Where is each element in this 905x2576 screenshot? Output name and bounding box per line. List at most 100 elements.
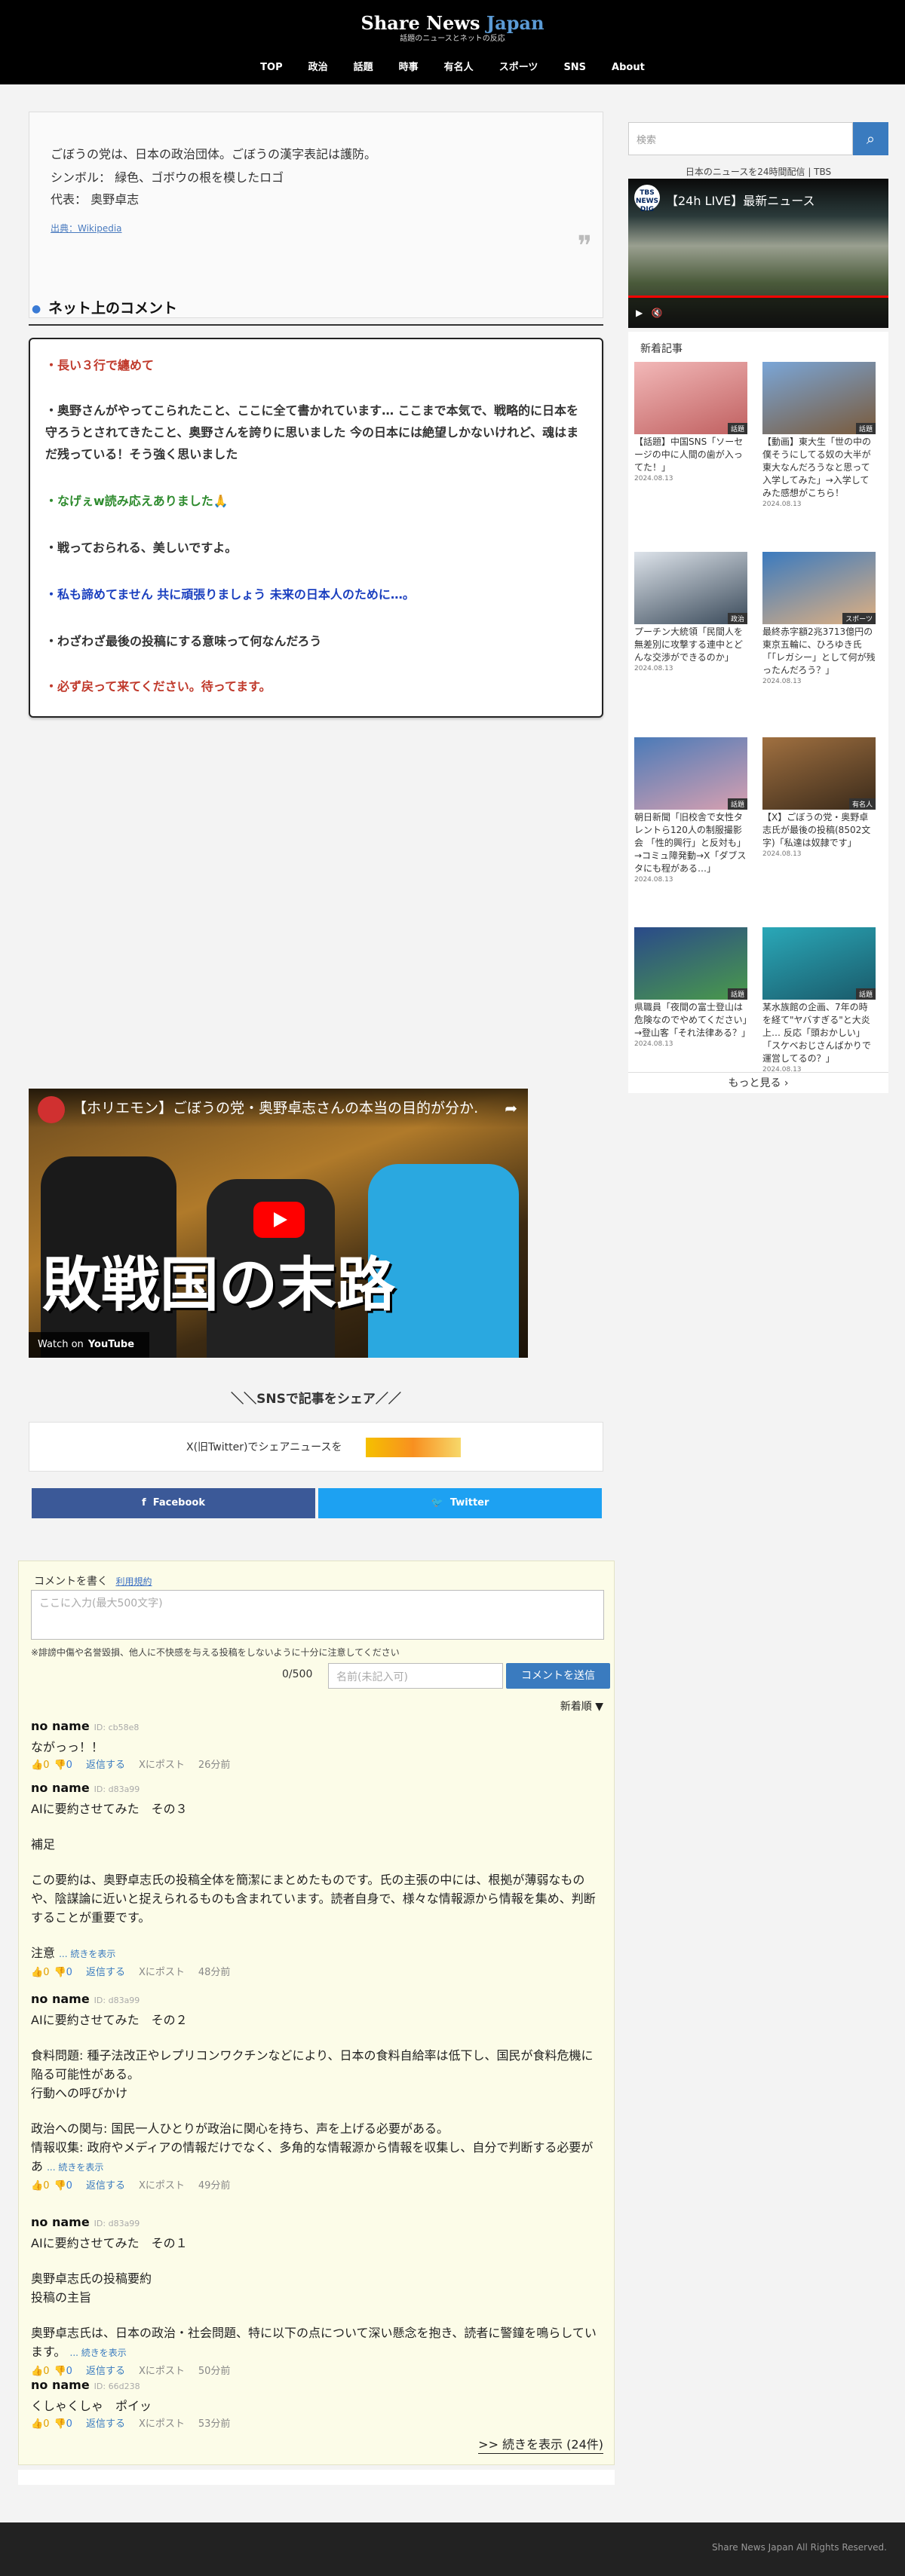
- source-link[interactable]: 出典：Wikipedia: [51, 222, 122, 234]
- show-more-link[interactable]: ... 続きを表示: [70, 2348, 127, 2358]
- nav-about[interactable]: About: [599, 59, 658, 77]
- share-heading: ＼＼SNSで記事をシェア／／: [231, 1392, 401, 1407]
- nav-politics[interactable]: 政治: [296, 59, 341, 77]
- party-description: ごぼうの党は、日本の政治団体。ごぼうの漢字表記は護防。: [51, 147, 377, 161]
- show-more-link[interactable]: ... 続きを表示: [47, 2162, 103, 2173]
- comment-id: ID: d83a99: [94, 1996, 140, 2005]
- live-title[interactable]: 【24h LIVE】最新ニュース: [666, 191, 847, 209]
- nav-current[interactable]: 時事: [386, 59, 431, 77]
- dislike-button[interactable]: 👎0: [54, 2180, 72, 2192]
- share-x-text: X(旧Twitter)でシェアニュースを: [186, 1441, 342, 1453]
- sort-select[interactable]: 新着順 ▼: [560, 1698, 603, 1714]
- play-icon[interactable]: ▶: [636, 308, 643, 318]
- comment-actions: 👍0 👎0 返信する Xにポスト 49分前: [31, 2179, 604, 2194]
- live-video[interactable]: TBS NEWS DIG 【24h LIVE】最新ニュース ▶ 🔇: [628, 179, 888, 328]
- nav-sns[interactable]: SNS: [551, 59, 599, 77]
- dislike-button[interactable]: 👎0: [54, 2418, 72, 2430]
- follow-banner[interactable]: [366, 1438, 461, 1457]
- comment-author: no name: [31, 1719, 90, 1733]
- article-tag: スポーツ: [842, 613, 876, 624]
- site-logo[interactable]: Share News Japan 話題のニュースとネットの反応: [0, 12, 905, 44]
- x-post-button[interactable]: Xにポスト: [139, 1760, 185, 1771]
- reply-button[interactable]: 返信する: [86, 1967, 125, 1978]
- article-thumbnail[interactable]: 話題: [634, 737, 747, 810]
- comment-author: no name: [31, 1781, 90, 1795]
- article-thumbnail[interactable]: 話題: [634, 362, 747, 434]
- channel-avatar[interactable]: [38, 1096, 65, 1123]
- twitter-share-button[interactable]: 🐦 Twitter: [318, 1488, 602, 1518]
- facebook-share-button[interactable]: f Facebook: [32, 1488, 315, 1518]
- net-comment: ・長い３行で纏めて: [45, 358, 155, 372]
- watch-on-youtube[interactable]: Watch on YouTube: [29, 1332, 149, 1358]
- article-title[interactable]: 【話題】中国SNS「ソーセージの中に人間の歯が入ってた！」: [634, 436, 747, 474]
- embedded-video[interactable]: 【ホリエモン】ごぼうの党・奥野卓志さんの本当の目的が分か… ➦ 敗戦国の末路 W…: [29, 1089, 528, 1358]
- terms-link[interactable]: 利用規約: [115, 1576, 152, 1587]
- article-tag: 話題: [727, 988, 747, 1000]
- video-title[interactable]: 【ホリエモン】ごぼうの党・奥野卓志さんの本当の目的が分か…: [72, 1099, 480, 1117]
- net-comment: ・わざわざ最後の投稿にする意味って何なんだろう: [45, 634, 322, 648]
- net-comment: ・戦っておられる、美しいですよ。: [45, 541, 238, 555]
- article-title[interactable]: 【動画】東大生「世の中の僕そうにしてる奴の大半が東大なんだろうなと思って入学して…: [762, 436, 876, 500]
- article-thumbnail[interactable]: 政治: [634, 552, 747, 624]
- article-card[interactable]: 話題 某水族館の企画、7年の時を経て"ヤバすぎる"と大炎上… 反応「頭おかしい」「…: [762, 927, 876, 1074]
- article-card[interactable]: スポーツ最終赤字額2兆3713億円の東京五輪に、ひろゆき氏「「レガシー」として何…: [762, 552, 876, 686]
- article-card[interactable]: 話題 県職員「夜間の富士登山は危険なのでやめてください」→登山客「それ法律ある？」…: [634, 927, 750, 1049]
- article-card[interactable]: 話題 朝日新聞「旧校舎で女性タレントら120人の制服撮影会 「性的興行」と反対も」…: [634, 737, 747, 884]
- article-card[interactable]: 有名人 【X】ごぼうの党・奥野卓志氏が最後の投稿(8502文字)「私達は奴隷です」…: [762, 737, 876, 859]
- submit-comment-button[interactable]: コメントを送信: [506, 1663, 610, 1689]
- article-thumbnail[interactable]: スポーツ: [762, 552, 876, 624]
- x-post-button[interactable]: Xにポスト: [139, 2418, 185, 2430]
- x-post-button[interactable]: Xにポスト: [139, 2366, 185, 2377]
- net-comments-box: ・長い３行で纏めて ・奥野さんがやってこられたこと、ここに全て書かれています… …: [29, 338, 603, 718]
- like-button[interactable]: 👍0: [31, 2366, 49, 2377]
- search-button[interactable]: ⌕: [853, 122, 888, 155]
- name-input[interactable]: 名前(未記入可): [328, 1663, 503, 1689]
- article-thumbnail[interactable]: 有名人: [762, 737, 876, 810]
- article-title[interactable]: プーチン大統領「民間人を無差別に攻撃する連中とどんな交渉ができるのか」: [634, 626, 747, 664]
- reply-button[interactable]: 返信する: [86, 2180, 125, 2192]
- mute-icon[interactable]: 🔇: [652, 308, 663, 318]
- article-thumbnail[interactable]: 話題: [762, 362, 876, 434]
- nav-sports[interactable]: スポーツ: [486, 59, 551, 77]
- copyright: Share News Japan All Rights Reserved.: [712, 2542, 887, 2553]
- new-articles-box: 新着記事 話題 【話題】中国SNS「ソーセージの中に人間の歯が入ってた！」 2024…: [628, 332, 888, 1093]
- nav-celebrity[interactable]: 有名人: [431, 59, 486, 77]
- article-title[interactable]: 県職員「夜間の富士登山は危険なのでやめてください」→登山客「それ法律ある？」: [634, 1001, 750, 1040]
- youtube-logo: YouTube: [87, 1339, 135, 1350]
- net-comment: ・奥野さんがやってこられたこと、ここに全て書かれています… ここまで本気で、戦略…: [45, 403, 579, 461]
- article-thumbnail[interactable]: 話題: [762, 927, 876, 1000]
- reply-button[interactable]: 返信する: [86, 1760, 125, 1771]
- tbs-logo: TBS NEWS DIG: [634, 185, 660, 213]
- show-more-comments[interactable]: >> 続きを表示 (24件): [478, 2437, 603, 2454]
- article-title[interactable]: 最終赤字額2兆3713億円の東京五輪に、ひろゆき氏「「レガシー」として何が残った…: [762, 626, 876, 677]
- like-button[interactable]: 👍0: [31, 1967, 49, 1978]
- play-button[interactable]: [253, 1202, 305, 1238]
- nav-topic[interactable]: 話題: [341, 59, 386, 77]
- dislike-button[interactable]: 👎0: [54, 1967, 72, 1978]
- article-title[interactable]: 某水族館の企画、7年の時を経て"ヤバすぎる"と大炎上… 反応「頭おかしい」「スケ…: [762, 1001, 876, 1065]
- speech-bubble-icon: ●: [32, 303, 41, 315]
- reply-button[interactable]: 返信する: [86, 2366, 125, 2377]
- article-thumbnail[interactable]: 話題: [634, 927, 747, 1000]
- dislike-button[interactable]: 👎0: [54, 2366, 72, 2377]
- comment-textarea[interactable]: ここに入力(最大500文字): [31, 1590, 604, 1640]
- share-icon[interactable]: ➦: [505, 1099, 517, 1117]
- article-title[interactable]: 朝日新聞「旧校舎で女性タレントら120人の制服撮影会 「性的興行」と反対も」→コ…: [634, 811, 747, 875]
- share-x-box: X(旧Twitter)でシェアニュースを: [29, 1422, 603, 1472]
- x-post-button[interactable]: Xにポスト: [139, 1967, 185, 1978]
- reply-button[interactable]: 返信する: [86, 2418, 125, 2430]
- like-button[interactable]: 👍0: [31, 1760, 49, 1771]
- like-button[interactable]: 👍0: [31, 2180, 49, 2192]
- article-card[interactable]: 話題 【話題】中国SNS「ソーセージの中に人間の歯が入ってた！」 2024.08.1…: [634, 362, 747, 483]
- article-card[interactable]: 政治 プーチン大統領「民間人を無差別に攻撃する連中とどんな交渉ができるのか」 202…: [634, 552, 747, 673]
- search-input[interactable]: 検索: [628, 122, 853, 155]
- nav-top[interactable]: TOP: [247, 59, 295, 77]
- dislike-button[interactable]: 👎0: [54, 1760, 72, 1771]
- x-post-button[interactable]: Xにポスト: [139, 2180, 185, 2192]
- show-more-link[interactable]: ... 続きを表示: [59, 1949, 115, 1959]
- like-button[interactable]: 👍0: [31, 2418, 49, 2430]
- more-articles-link[interactable]: もっと見る ›: [628, 1072, 888, 1093]
- video-controls[interactable]: ▶ 🔇: [628, 298, 888, 328]
- article-card[interactable]: 話題 【動画】東大生「世の中の僕そうにしてる奴の大半が東大なんだろうなと思って入学…: [762, 362, 876, 509]
- article-title[interactable]: 【X】ごぼうの党・奥野卓志氏が最後の投稿(8502文字)「私達は奴隷です」: [762, 811, 876, 850]
